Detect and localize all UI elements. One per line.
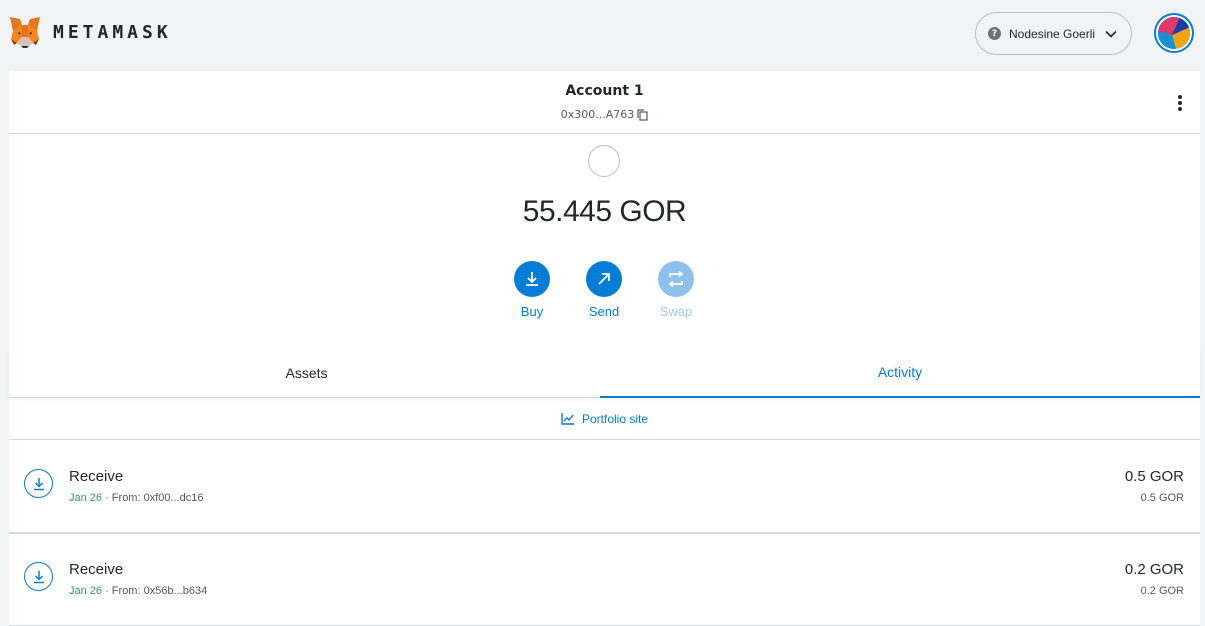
- transaction-row[interactable]: Receive Jan 26 · From: 0xf00...dc16 0.5 …: [9, 441, 1200, 534]
- account-header: Account 1 0x300...A763: [9, 71, 1200, 134]
- transaction-title: Receive: [69, 561, 124, 578]
- transaction-secondary-amount: 0.2 GOR: [1140, 585, 1184, 597]
- jazzicon-icon: [1158, 17, 1190, 49]
- buy-label: Buy: [520, 304, 544, 319]
- account-address-row[interactable]: 0x300...A763: [9, 108, 1200, 121]
- network-label: Nodesine Goerli: [1009, 26, 1096, 41]
- transaction-title: Receive: [69, 468, 124, 485]
- brand-name: METAMASK: [53, 21, 172, 43]
- transaction-amount: 0.2 GOR: [1124, 561, 1184, 578]
- diagonal-arrow-icon: [586, 261, 622, 297]
- buy-button[interactable]: Buy: [502, 261, 562, 319]
- receive-icon: [24, 562, 53, 591]
- transaction-amount: 0.5 GOR: [1124, 468, 1184, 485]
- swap-label: Swap: [659, 304, 693, 319]
- token-icon: [588, 145, 620, 177]
- network-question-icon: ?: [988, 27, 1001, 40]
- account-avatar[interactable]: [1154, 13, 1194, 53]
- app-header: METAMASK ? Nodesine Goerli: [0, 0, 1205, 70]
- chevron-down-icon: [1105, 30, 1117, 38]
- transaction-date: Jan 26: [69, 585, 103, 597]
- portfolio-site-label: Portfolio site: [581, 411, 649, 426]
- swap-icon: [658, 261, 694, 297]
- action-buttons: Buy Send Swap: [9, 261, 1200, 321]
- send-button[interactable]: Send: [574, 261, 634, 319]
- receive-icon: [24, 469, 53, 498]
- send-label: Send: [588, 304, 620, 319]
- account-address[interactable]: 0x300...A763: [561, 108, 635, 121]
- tab-assets[interactable]: Assets: [9, 347, 604, 398]
- transaction-secondary-amount: 0.5 GOR: [1140, 492, 1184, 504]
- transaction-subtitle: Jan 26 · From: 0xf00...dc16: [69, 492, 204, 504]
- transaction-date: Jan 26: [69, 492, 103, 504]
- portfolio-site-link[interactable]: Portfolio site: [9, 398, 1200, 440]
- copy-icon[interactable]: [637, 108, 648, 121]
- tab-activity[interactable]: Activity: [600, 347, 1200, 398]
- transaction-row[interactable]: Receive Jan 26 · From: 0x56b...b634 0.2 …: [9, 534, 1200, 626]
- wallet-card: Account 1 0x300...A763 55.445 GOR Buy Se…: [9, 71, 1200, 626]
- transaction-from: · From: 0x56b...b634: [102, 585, 208, 597]
- account-options-kebab-icon[interactable]: [1172, 93, 1188, 113]
- transaction-from: · From: 0xf00...dc16: [102, 492, 204, 504]
- metamask-logo[interactable]: METAMASK: [8, 15, 172, 49]
- wallet-tabs: Assets Activity: [9, 347, 1200, 398]
- swap-button[interactable]: Swap: [646, 261, 706, 319]
- account-name[interactable]: Account 1: [9, 83, 1200, 99]
- transaction-subtitle: Jan 26 · From: 0x56b...b634: [69, 585, 207, 597]
- chart-line-icon: [561, 412, 574, 425]
- download-arrow-icon: [514, 261, 550, 297]
- network-selector[interactable]: ? Nodesine Goerli: [975, 12, 1132, 55]
- fox-logo-icon: [10, 17, 40, 48]
- balance-amount: 55.445 GOR: [522, 195, 687, 228]
